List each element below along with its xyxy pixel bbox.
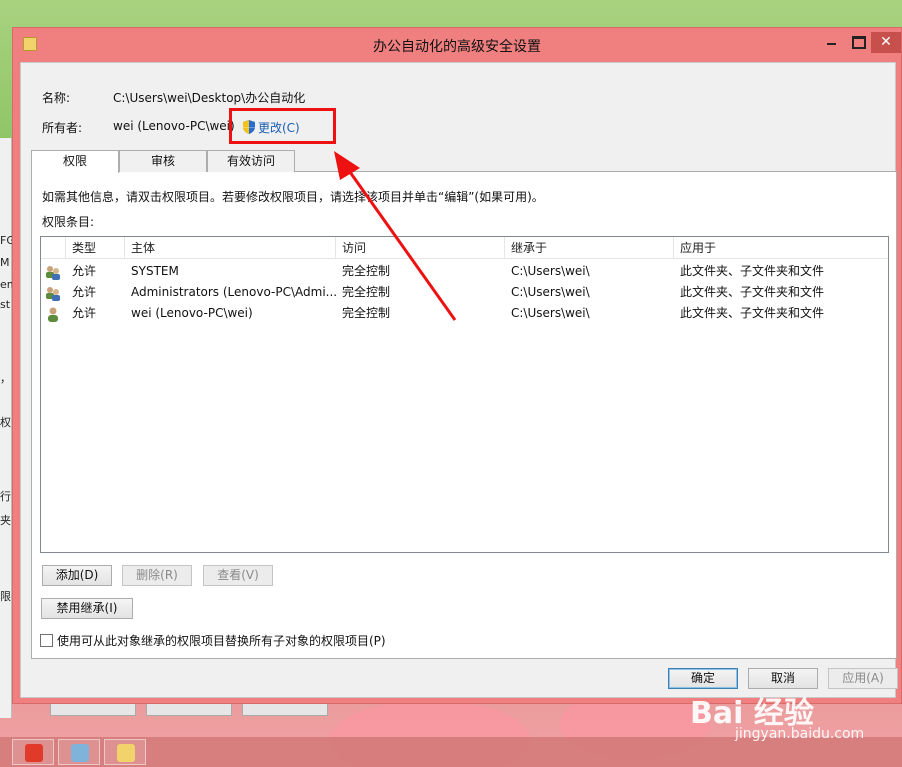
replace-child-permissions-label[interactable]: 使用可从此对象继承的权限项目替换所有子对象的权限项目(P)	[57, 632, 386, 649]
cell-type: 允许	[72, 306, 97, 320]
panel-hint: 如需其他信息，请双击权限项目。若要修改权限项目，请选择该项目并单击“编辑”(如果…	[42, 190, 544, 204]
cell-type: 允许	[72, 285, 97, 299]
tab-permissions[interactable]: 权限	[31, 150, 119, 173]
cell-applies-to: 此文件夹、子文件夹和文件	[680, 306, 825, 320]
column-header-access[interactable]: 访问	[336, 237, 505, 259]
cell-principal: SYSTEM	[131, 264, 179, 278]
permission-entries-list[interactable]: 类型 主体 访问 继承于 应用于 允许 SYSTEM 完全控制 C:\Users…	[40, 236, 889, 553]
cell-access: 完全控制	[342, 264, 391, 278]
cancel-button[interactable]: 取消	[748, 668, 818, 689]
watermark-url: jingyan.baidu.com	[735, 726, 865, 742]
remove-button[interactable]: 删除(R)	[122, 565, 192, 586]
ok-button[interactable]: 确定	[668, 668, 738, 689]
window-title: 办公自动化的高级安全设置	[373, 39, 541, 55]
cell-principal: wei (Lenovo-PC\wei)	[131, 306, 253, 320]
cell-inherited-from: C:\Users\wei\	[511, 285, 590, 299]
bg-fragment: M	[0, 256, 10, 269]
column-header-applies-to[interactable]: 应用于	[674, 237, 888, 259]
entries-label: 权限条目:	[42, 215, 95, 229]
explorer-folder-icon	[117, 744, 135, 762]
tab-effective-access[interactable]: 有效访问	[207, 150, 295, 172]
sogou-icon	[25, 744, 43, 762]
cell-type: 允许	[72, 264, 97, 278]
annotation-highlight-box	[229, 108, 336, 144]
column-header-principal[interactable]: 主体	[125, 237, 336, 259]
owner-value: wei (Lenovo-PC\wei)	[113, 119, 235, 133]
bg-fragment: 权	[0, 416, 11, 429]
group-users-icon	[46, 266, 60, 280]
view-button[interactable]: 查看(V)	[203, 565, 273, 586]
list-header: 类型 主体 访问 继承于 应用于	[41, 237, 888, 259]
taskbar-app-button[interactable]	[58, 739, 100, 765]
column-header-type[interactable]: 类型	[66, 237, 125, 259]
cell-access: 完全控制	[342, 285, 391, 299]
group-users-icon	[46, 287, 60, 301]
bg-fragment: enc	[0, 278, 12, 291]
bg-fragment: FG	[0, 234, 12, 247]
owner-label: 所有者:	[42, 121, 83, 135]
bg-fragment: 限	[0, 590, 11, 603]
cell-principal: Administrators (Lenovo-PC\Admi...	[131, 285, 336, 299]
name-value: C:\Users\wei\Desktop\办公自动化	[113, 91, 306, 105]
bg-fragment: 行	[0, 490, 11, 503]
disable-inheritance-button[interactable]: 禁用继承(I)	[41, 598, 133, 619]
close-button[interactable]: ✕	[871, 32, 901, 53]
bg-fragment: st	[0, 298, 11, 311]
maximize-button[interactable]	[848, 32, 868, 52]
table-row[interactable]: 允许 wei (Lenovo-PC\wei) 完全控制 C:\Users\wei…	[41, 303, 888, 324]
bg-fragment: ，	[0, 372, 11, 385]
taskbar-sogou-button[interactable]	[12, 739, 54, 765]
cell-access: 完全控制	[342, 306, 391, 320]
cell-inherited-from: C:\Users\wei\	[511, 264, 590, 278]
add-button[interactable]: 添加(D)	[42, 565, 112, 586]
bg-fragment: 夹	[0, 514, 11, 527]
cell-inherited-from: C:\Users\wei\	[511, 306, 590, 320]
table-row[interactable]: 允许 SYSTEM 完全控制 C:\Users\wei\ 此文件夹、子文件夹和文…	[41, 261, 888, 282]
tab-auditing[interactable]: 审核	[119, 150, 207, 172]
replace-child-permissions-checkbox[interactable]	[40, 634, 53, 647]
column-header-icon	[41, 237, 66, 259]
column-header-inherited-from[interactable]: 继承于	[505, 237, 674, 259]
cell-applies-to: 此文件夹、子文件夹和文件	[680, 264, 825, 278]
apply-button[interactable]: 应用(A)	[828, 668, 898, 689]
user-icon	[48, 307, 58, 322]
minimize-button[interactable]	[821, 32, 841, 52]
table-row[interactable]: 允许 Administrators (Lenovo-PC\Admi... 完全控…	[41, 282, 888, 303]
app-icon	[71, 744, 89, 762]
background-window: FG M enc st ， 权 行 夹 限	[0, 138, 12, 718]
taskbar-explorer-button[interactable]	[104, 739, 146, 765]
title-bar[interactable]: 办公自动化的高级安全设置 ✕	[13, 28, 901, 62]
name-label: 名称:	[42, 91, 71, 105]
cell-applies-to: 此文件夹、子文件夹和文件	[680, 285, 825, 299]
